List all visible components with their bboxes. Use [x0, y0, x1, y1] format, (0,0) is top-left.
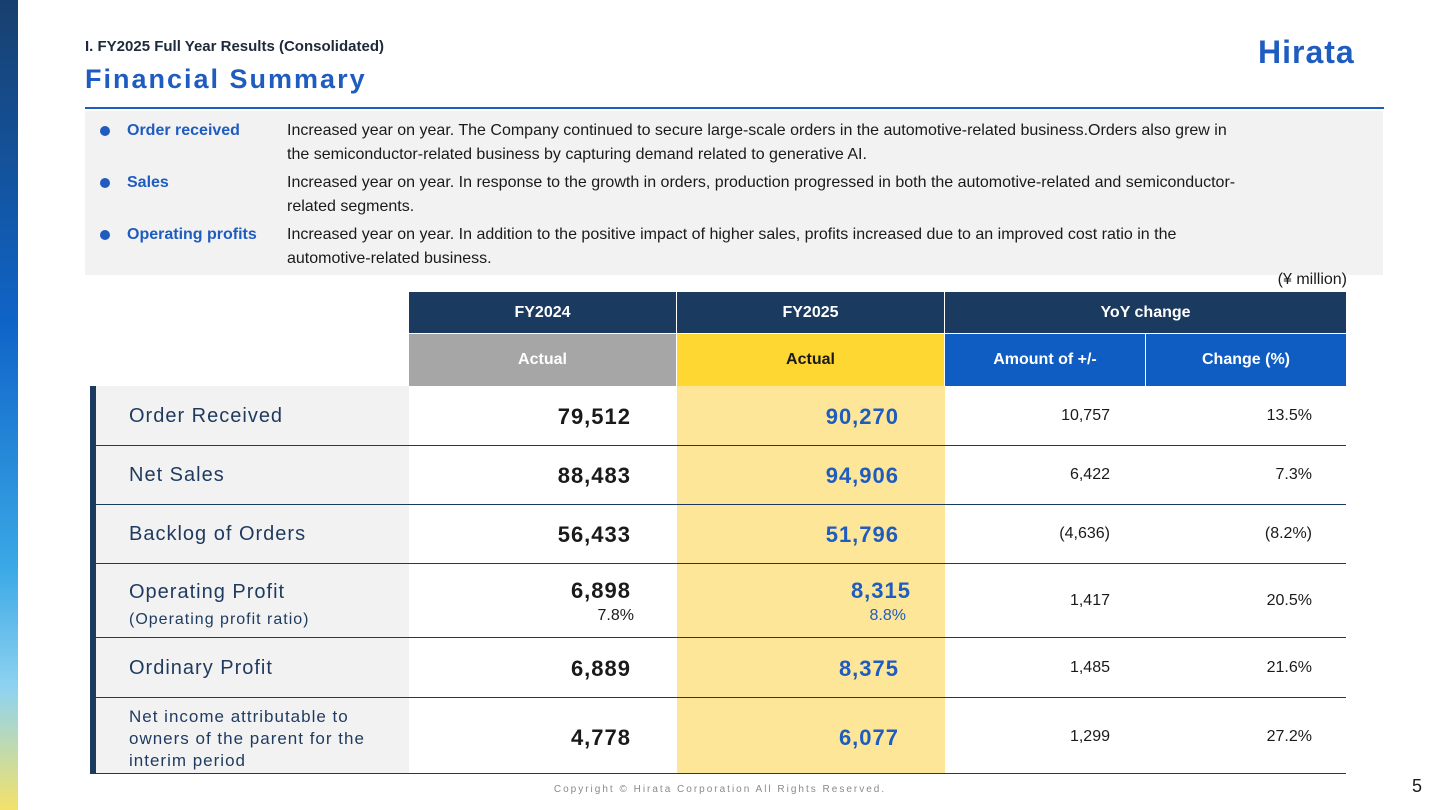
yoy-amount: 1,485: [1069, 659, 1110, 676]
title-divider: [85, 107, 1384, 109]
page-title: Financial Summary: [85, 64, 367, 94]
section-label: I. FY2025 Full Year Results (Consolidate…: [85, 38, 384, 55]
yoy-amount: 1,417: [1069, 592, 1110, 609]
yoy-amount: 10,757: [1061, 407, 1110, 424]
fy2025-value: 8,375: [838, 656, 899, 681]
header-amount: Amount of +/-: [945, 334, 1145, 386]
row-label: Net Sales: [129, 464, 225, 486]
fy2025-value: 8,315: [850, 578, 911, 603]
summary-text-line: automotive-related business.: [287, 250, 492, 267]
row-label: Operating Profit: [129, 581, 286, 603]
row-divider: [96, 504, 1346, 505]
header-fy2024-actual: Actual: [409, 334, 676, 386]
summary-text-line: related segments.: [287, 198, 415, 215]
summary-text: Increased year on year. The Company cont…: [287, 119, 1367, 167]
decorative-side-bar: [0, 0, 18, 810]
fy2025-ratio: 8.8%: [869, 607, 906, 624]
summary-label: Operating profits: [127, 226, 257, 243]
row-label: Net income attributable to owners of the…: [129, 706, 365, 772]
fy2024-value: 79,512: [557, 404, 631, 429]
summary-text-line: the semiconductor-related business by ca…: [287, 146, 867, 163]
yoy-amount: 1,299: [1069, 728, 1110, 745]
row-divider: [96, 445, 1346, 446]
fy2024-value: 4,778: [570, 725, 631, 750]
summary-box: Order received Increased year on year. T…: [85, 111, 1383, 275]
fy2024-ratio: 7.8%: [597, 607, 634, 624]
summary-text: Increased year on year. In addition to t…: [287, 223, 1367, 271]
yoy-change: 21.6%: [1266, 659, 1312, 676]
row-label: Ordinary Profit: [129, 657, 273, 679]
row-label: Order Received: [129, 405, 284, 427]
fy2024-value: 6,898: [570, 578, 631, 603]
summary-text-line: Increased year on year. The Company cont…: [287, 122, 1227, 139]
header-fy2025: FY2025: [677, 292, 944, 333]
yoy-amount: (4,636): [1059, 525, 1110, 542]
row-label: Backlog of Orders: [129, 523, 307, 545]
fy2025-value: 51,796: [825, 522, 899, 547]
yoy-amount: 6,422: [1069, 466, 1110, 483]
row-divider: [96, 773, 1346, 774]
yoy-change: 27.2%: [1266, 728, 1312, 745]
fy2024-value: 88,483: [557, 463, 631, 488]
fy2025-value: 94,906: [825, 463, 899, 488]
yoy-change: 20.5%: [1266, 592, 1312, 609]
yoy-change: 7.3%: [1275, 466, 1312, 483]
unit-note: (¥ million): [1277, 271, 1347, 288]
row-label-line: interim period: [129, 751, 246, 770]
summary-text-line: Increased year on year. In response to t…: [287, 174, 1236, 191]
fy2024-value: 6,889: [570, 656, 631, 681]
row-divider: [96, 697, 1346, 698]
row-divider: [96, 563, 1346, 564]
header-change-pct: Change (%): [1146, 334, 1346, 386]
hirata-logo: Hirata: [1258, 34, 1355, 70]
row-label-line: Net income attributable to: [129, 707, 349, 726]
row-divider: [96, 637, 1346, 638]
summary-text-line: Increased year on year. In addition to t…: [287, 226, 1177, 243]
summary-label: Sales: [127, 174, 169, 191]
fy2025-value: 6,077: [838, 725, 899, 750]
bullet-icon: [100, 230, 110, 240]
yoy-change: 13.5%: [1266, 407, 1312, 424]
page-number: 5: [1412, 776, 1423, 796]
summary-text: Increased year on year. In response to t…: [287, 171, 1367, 219]
row-label-line: owners of the parent for the: [129, 729, 365, 748]
copyright-footer: Copyright © Hirata Corporation All Right…: [553, 784, 887, 795]
fy2024-value: 56,433: [557, 522, 631, 547]
yoy-change: (8.2%): [1264, 525, 1312, 542]
header-fy2025-actual: Actual: [677, 334, 944, 386]
header-yoy-change: YoY change: [945, 292, 1346, 333]
row-sublabel: (Operating profit ratio): [129, 611, 310, 628]
header-fy2024: FY2024: [409, 292, 676, 333]
bullet-icon: [100, 126, 110, 136]
bullet-icon: [100, 178, 110, 188]
summary-label: Order received: [127, 122, 240, 139]
fy2025-value: 90,270: [825, 404, 899, 429]
